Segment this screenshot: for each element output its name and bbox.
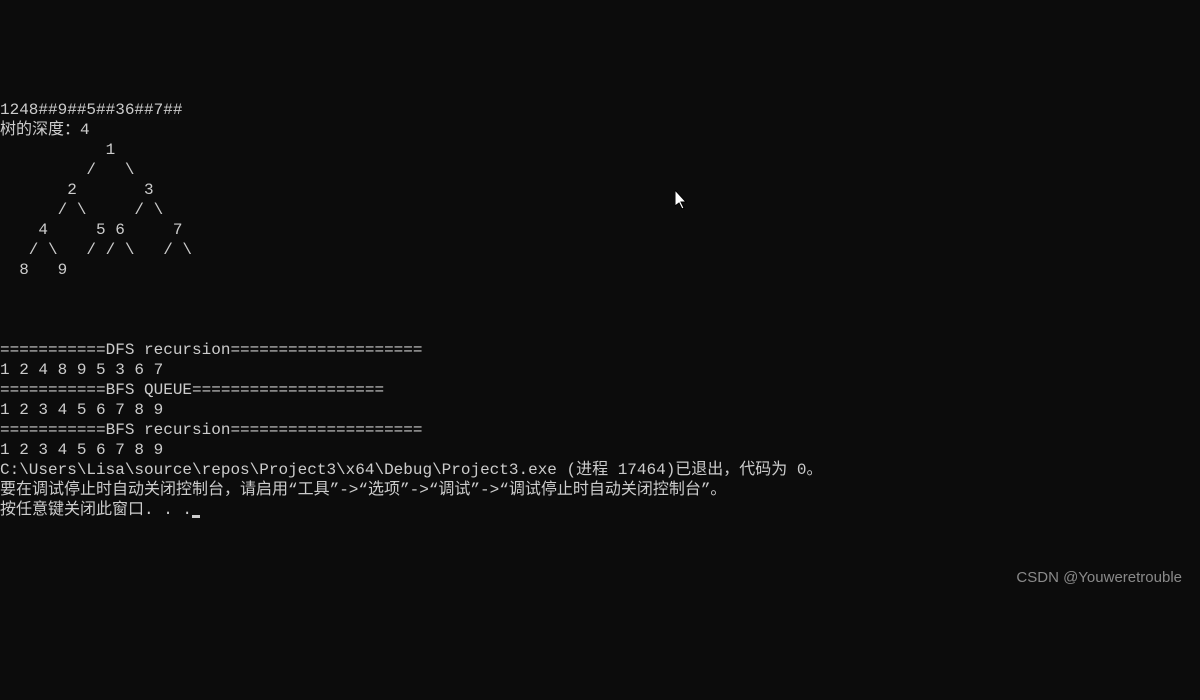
tree-line: / \ / \ (0, 201, 163, 219)
bfs-queue-header: ===========BFS QUEUE==================== (0, 381, 384, 399)
dfs-result: 1 2 4 8 9 5 3 6 7 (0, 361, 163, 379)
bfs-recursion-result: 1 2 3 4 5 6 7 8 9 (0, 441, 163, 459)
hint-message: 要在调试停止时自动关闭控制台，请启用“工具”->“选项”->“调试”->“调试停… (0, 481, 726, 499)
tree-line: 2 3 (0, 181, 154, 199)
dfs-header: ===========DFS recursion================… (0, 341, 422, 359)
exit-message: C:\Users\Lisa\source\repos\Project3\x64\… (0, 461, 823, 479)
terminal-output[interactable]: 1248##9##5##36##7## 树的深度：4 1 / \ 2 3 / \… (0, 80, 1200, 520)
tree-line: 1 (0, 141, 115, 159)
bfs-recursion-header: ===========BFS recursion================… (0, 421, 422, 439)
tree-line: / \ (0, 161, 134, 179)
cursor (192, 515, 200, 518)
line-input: 1248##9##5##36##7## (0, 101, 182, 119)
bfs-queue-result: 1 2 3 4 5 6 7 8 9 (0, 401, 163, 419)
prompt-line: 按任意键关闭此窗口. . . (0, 501, 200, 519)
prompt-text: 按任意键关闭此窗口. . . (0, 501, 192, 519)
line-depth: 树的深度：4 (0, 121, 90, 139)
tree-line: / \ / / \ / \ (0, 241, 192, 259)
tree-line: 8 9 (0, 261, 67, 279)
tree-line: 4 5 6 7 (0, 221, 182, 239)
watermark: CSDN @Youweretrouble (1016, 569, 1182, 588)
